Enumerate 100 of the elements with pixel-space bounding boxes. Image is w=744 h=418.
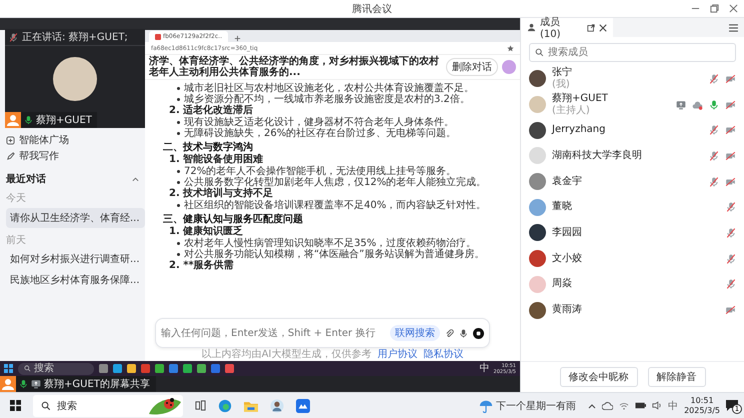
search-icon	[41, 400, 51, 410]
people-icon	[527, 23, 536, 32]
search-icon	[24, 365, 31, 372]
microphone-off-icon[interactable]	[726, 254, 736, 264]
bullet-icon	[177, 87, 180, 90]
meeting-app-icon[interactable]	[296, 398, 310, 412]
sidebar-item[interactable]: 帮我写作	[6, 150, 139, 163]
camera-off-icon[interactable]	[725, 74, 736, 84]
member-name: 黄雨涛	[552, 304, 583, 316]
person-icon	[0, 376, 16, 392]
folder-icon[interactable]	[244, 400, 258, 412]
windows-icon[interactable]	[10, 400, 21, 411]
avatar	[529, 302, 546, 319]
member-row[interactable]: 周焱	[521, 272, 744, 298]
task-view-icon[interactable]	[195, 400, 206, 411]
member-row[interactable]: 董晓	[521, 194, 744, 220]
input-method-indicator[interactable]: 中	[480, 362, 490, 374]
paperclip-icon[interactable]	[445, 328, 454, 338]
member-role: (我)	[552, 79, 571, 90]
member-row[interactable]: 袁金宇	[521, 168, 744, 194]
cloud-icon[interactable]	[602, 402, 614, 410]
new-tab-icon[interactable]	[234, 35, 241, 42]
bullet-text: 社区组织的智能设备培训课程覆盖率不足40%，而内容缺乏针对性。	[184, 200, 486, 211]
camera-off-icon[interactable]	[725, 125, 736, 136]
camera-off-icon[interactable]	[725, 176, 736, 187]
section-title: 最近对话	[6, 172, 46, 186]
microphone-icon	[24, 115, 33, 125]
battery-icon[interactable]	[635, 402, 646, 409]
microphone-off-icon[interactable]	[726, 202, 736, 212]
web-search-toggle[interactable]: 联网搜索	[390, 325, 440, 341]
panel-button[interactable]: 解除静音	[648, 367, 706, 387]
weather-text[interactable]: 下一个星期一有雨	[496, 398, 576, 412]
bullet-text: 对公共服务功能认知模糊，将“体医融合”服务站误解为普通健身房。	[184, 249, 484, 260]
avatar	[529, 250, 546, 268]
send-icon[interactable]	[473, 328, 484, 338]
microphone-off-icon[interactable]	[709, 176, 719, 187]
bullet-icon	[177, 204, 180, 207]
member-row[interactable]: 文小姣	[521, 246, 744, 272]
member-row[interactable]: 蔡翔+GUET (主持人)	[521, 92, 744, 118]
member-name: Jerryzhang	[552, 124, 606, 136]
member-row[interactable]: 张宁 (我)	[521, 66, 744, 92]
menu-icon[interactable]	[729, 24, 738, 32]
ladybug-leaf-drawing	[147, 396, 183, 416]
grid-icon	[6, 136, 15, 145]
microphone-off-icon[interactable]	[9, 32, 18, 42]
microphone-icon[interactable]	[459, 328, 468, 338]
member-row[interactable]: 黄雨涛	[521, 297, 744, 323]
member-search-field[interactable]: 搜索成员	[529, 43, 736, 62]
close-icon[interactable]	[599, 24, 607, 32]
star-icon[interactable]	[507, 44, 514, 52]
close-icon[interactable]	[729, 4, 738, 13]
pdf-icon	[155, 34, 161, 40]
chat-input-box[interactable]: 输入任何问题，Enter发送，Shift + Enter 换行 联网搜索	[155, 318, 490, 348]
member-name: 袁金宇	[552, 176, 583, 188]
bullet-text: 城乡资源分配不均，一线城市养老服务设施密度是农村的3.2倍。	[184, 94, 470, 105]
footer-link[interactable]: 隐私协议	[423, 348, 464, 361]
microphone-off-icon[interactable]	[709, 150, 719, 161]
avatar	[529, 173, 546, 190]
camera-off-icon[interactable]	[725, 305, 736, 316]
caret-up-icon[interactable]	[588, 402, 596, 408]
sidebar-item[interactable]: 智能体广场	[6, 134, 139, 147]
person-app-icon[interactable]	[270, 398, 284, 412]
microphone-off-icon[interactable]	[709, 125, 719, 136]
search-input[interactable]: 搜索成员	[548, 47, 730, 58]
chat-input[interactable]: 输入任何问题，Enter发送，Shift + Enter 换行	[161, 328, 385, 338]
microphone-off-icon[interactable]	[709, 74, 719, 84]
group-label: 今天	[6, 192, 27, 205]
microphone-off-icon[interactable]	[726, 279, 736, 290]
camera-off-icon[interactable]	[725, 100, 736, 110]
member-name: 董晓	[552, 201, 573, 214]
bullet-text: 农村老年人慢性病管理知识知晓率不足35%，过度依赖药物治疗。	[184, 238, 476, 249]
member-row[interactable]: 湖南科技大学李良明	[521, 143, 744, 169]
section-heading: 二、技术与数字鸿沟	[163, 141, 254, 154]
input-method-indicator[interactable]: 中	[668, 398, 678, 412]
member-name: 湖南科技大学李良明	[552, 150, 643, 162]
popout-icon[interactable]	[587, 24, 595, 32]
taskbar-search[interactable]: 搜索	[33, 394, 183, 416]
windows-icon[interactable]	[4, 364, 13, 373]
wifi-icon[interactable]	[619, 402, 630, 410]
conversation-item[interactable]: 如何对乡村振兴进行调查研...	[6, 250, 139, 268]
bullet-icon	[177, 242, 180, 245]
conversation-item[interactable]: 请你从卫生经济学、体育经...	[6, 208, 145, 228]
members-tab[interactable]: 成员(10)	[521, 18, 613, 37]
browser-icon[interactable]	[218, 398, 232, 412]
microphone-off-icon[interactable]	[726, 228, 736, 238]
footer-link[interactable]: 用户协议	[377, 348, 418, 361]
speaker-icon[interactable]	[652, 401, 662, 410]
member-row[interactable]: 李园园	[521, 220, 744, 246]
conversation-item[interactable]: 民族地区乡村体育服务保障...	[6, 271, 139, 289]
member-row[interactable]: Jerryzhang	[521, 117, 744, 144]
chat-title: 济学、体育经济学、公共经济学的角度，对乡村振兴视域下的农村老年人主动利用公共体育服务的...	[149, 56, 440, 78]
delete-button[interactable]: 删除对话	[446, 58, 498, 76]
bullet-text: 72%的老年人不会操作智能手机，无法使用线上挂号等服务。	[184, 166, 456, 177]
caret-icon[interactable]	[132, 176, 139, 182]
maximize-icon[interactable]	[710, 4, 719, 13]
clock[interactable]: 10:51 2025/3/5	[684, 396, 720, 416]
subheading: 1. 智能设备使用困难	[168, 154, 264, 166]
camera-off-icon[interactable]	[725, 150, 736, 161]
taskbar-search[interactable]: 搜索	[18, 362, 94, 374]
panel-button[interactable]: 修改会中昵称	[560, 367, 638, 387]
